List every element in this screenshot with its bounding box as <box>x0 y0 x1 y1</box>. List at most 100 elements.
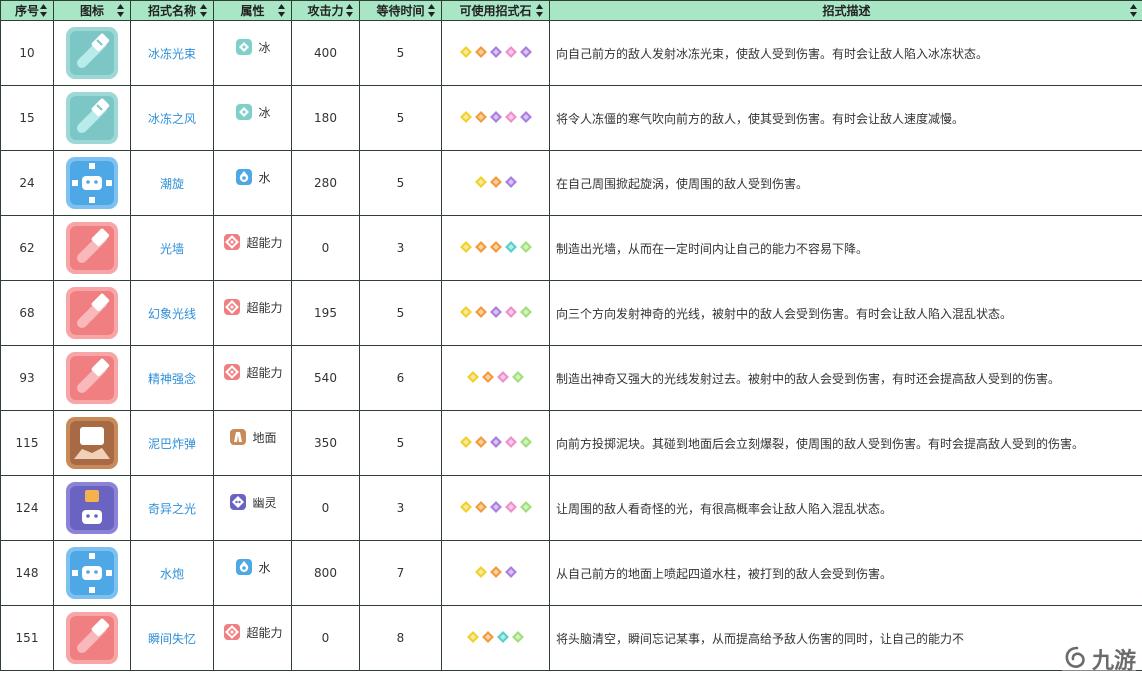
confuse-ray-icon <box>66 482 118 534</box>
move-index: 124 <box>15 501 39 515</box>
stone-yellow-icon <box>466 369 480 384</box>
sort-icon[interactable] <box>346 4 353 17</box>
move-name-link[interactable]: 光墙 <box>160 242 184 256</box>
stone-pink-icon <box>503 499 518 514</box>
move-description: 让周围的敌人看奇怪的光，有很高概率会让敌人陷入混乱状态。 <box>556 501 893 516</box>
cell-wait: 6 <box>359 345 442 411</box>
cell-stones <box>441 150 550 216</box>
move-name-link[interactable]: 冰冻之风 <box>148 112 196 126</box>
type-ice-icon <box>236 104 253 120</box>
type-psychic-icon <box>224 364 241 380</box>
cell-name[interactable]: 冰冻之风 <box>130 85 214 151</box>
move-stones <box>473 564 518 579</box>
cell-name[interactable]: 泥巴炸弹 <box>130 410 214 476</box>
sort-icon[interactable] <box>536 4 543 17</box>
cell-name[interactable]: 幻象光线 <box>130 280 214 346</box>
cell-attack: 0 <box>291 475 360 541</box>
move-name-link[interactable]: 奇异之光 <box>148 502 196 516</box>
move-stones <box>466 629 525 644</box>
cell-stones <box>441 410 550 476</box>
attack-value: 350 <box>314 436 337 450</box>
column-header-attr[interactable]: 属性 <box>213 0 292 21</box>
wait-value: 5 <box>396 46 405 60</box>
cell-wait: 5 <box>359 85 442 151</box>
stone-green-icon <box>511 369 525 384</box>
cell-type: 水 <box>213 540 292 606</box>
stone-purple-icon <box>503 564 518 579</box>
cell-type: 超能力 <box>213 215 292 281</box>
cell-name[interactable]: 潮旋 <box>130 150 214 216</box>
cell-stones <box>441 215 550 281</box>
move-index: 68 <box>19 306 35 320</box>
cell-name[interactable]: 瞬间失忆 <box>130 605 214 671</box>
sort-icon[interactable] <box>1130 4 1137 17</box>
stone-yellow-icon <box>458 499 473 514</box>
cell-icon <box>53 410 131 476</box>
type-ice-icon <box>236 39 253 55</box>
move-name-link[interactable]: 水炮 <box>160 567 184 581</box>
cell-icon <box>53 150 131 216</box>
move-index: 148 <box>15 566 39 580</box>
cell-wait: 7 <box>359 540 442 606</box>
sort-icon[interactable] <box>200 4 207 17</box>
column-header-atk[interactable]: 攻击力 <box>291 0 360 21</box>
table-body: 10 冰冻光束冰 400 5 向自己前方的敌人发射冰冻光束，使敌人受到伤害。有时会让敌人… <box>0 20 1142 671</box>
cell-index: 10 <box>0 20 54 86</box>
column-header-idx[interactable]: 序号 <box>0 0 54 21</box>
move-stones <box>466 369 525 384</box>
sort-icon[interactable] <box>278 4 285 17</box>
move-name-link[interactable]: 幻象光线 <box>148 307 196 321</box>
whirlpool-icon <box>66 157 118 209</box>
attack-value: 180 <box>314 111 337 125</box>
stone-orange-icon <box>473 44 488 59</box>
stone-purple-icon <box>488 304 503 319</box>
cell-index: 24 <box>0 150 54 216</box>
cell-name[interactable]: 冰冻光束 <box>130 20 214 86</box>
column-header-stones[interactable]: 可使用招式石 <box>441 0 550 21</box>
type-label: 超能力 <box>246 365 283 380</box>
cell-type: 超能力 <box>213 345 292 411</box>
attack-value: 0 <box>321 501 330 515</box>
cell-name[interactable]: 水炮 <box>130 540 214 606</box>
cell-wait: 5 <box>359 150 442 216</box>
cell-name[interactable]: 精神强念 <box>130 345 214 411</box>
column-header-icon[interactable]: 图标 <box>53 0 131 21</box>
cell-wait: 3 <box>359 215 442 281</box>
sort-icon[interactable] <box>117 4 124 17</box>
sort-icon[interactable] <box>428 4 435 17</box>
column-header-name[interactable]: 招式名称 <box>130 0 214 21</box>
move-name-link[interactable]: 冰冻光束 <box>148 47 196 61</box>
move-name-link[interactable]: 潮旋 <box>160 177 184 191</box>
sort-icon[interactable] <box>40 4 47 17</box>
stone-pink-icon <box>496 369 510 384</box>
type-psychic-icon <box>224 299 241 315</box>
move-description: 向前方投掷泥块。其碰到地面后会立刻爆裂，使周围的敌人受到伤害。有时会提高敌人受到… <box>556 436 1085 451</box>
move-name-link[interactable]: 瞬间失忆 <box>148 632 196 646</box>
cell-attack: 180 <box>291 85 360 151</box>
cell-attack: 350 <box>291 410 360 476</box>
column-header-desc[interactable]: 招式描述 <box>549 0 1142 21</box>
column-header-wait[interactable]: 等待时间 <box>359 0 442 21</box>
stone-orange-icon <box>481 369 495 384</box>
mud-bomb-icon <box>66 417 118 469</box>
type-ground-icon <box>230 429 247 445</box>
attack-value: 195 <box>314 306 337 320</box>
cell-index: 148 <box>0 540 54 606</box>
cell-description: 从自己前方的地面上喷起四道水柱，被打到的敌人会受到伤害。 <box>549 540 1142 606</box>
move-name-link[interactable]: 精神强念 <box>148 372 196 386</box>
attack-value: 0 <box>321 631 330 645</box>
stone-purple-icon <box>518 44 533 59</box>
stone-green-icon <box>518 239 533 254</box>
cell-icon <box>53 215 131 281</box>
move-stones <box>458 239 533 254</box>
cell-wait: 8 <box>359 605 442 671</box>
stone-orange-icon <box>488 174 503 189</box>
cell-name[interactable]: 奇异之光 <box>130 475 214 541</box>
move-stones <box>458 434 533 449</box>
stone-yellow-icon <box>458 239 473 254</box>
wait-value: 6 <box>396 371 405 385</box>
cell-name[interactable]: 光墙 <box>130 215 214 281</box>
wait-value: 5 <box>396 176 405 190</box>
cell-index: 62 <box>0 215 54 281</box>
move-name-link[interactable]: 泥巴炸弹 <box>148 437 196 451</box>
